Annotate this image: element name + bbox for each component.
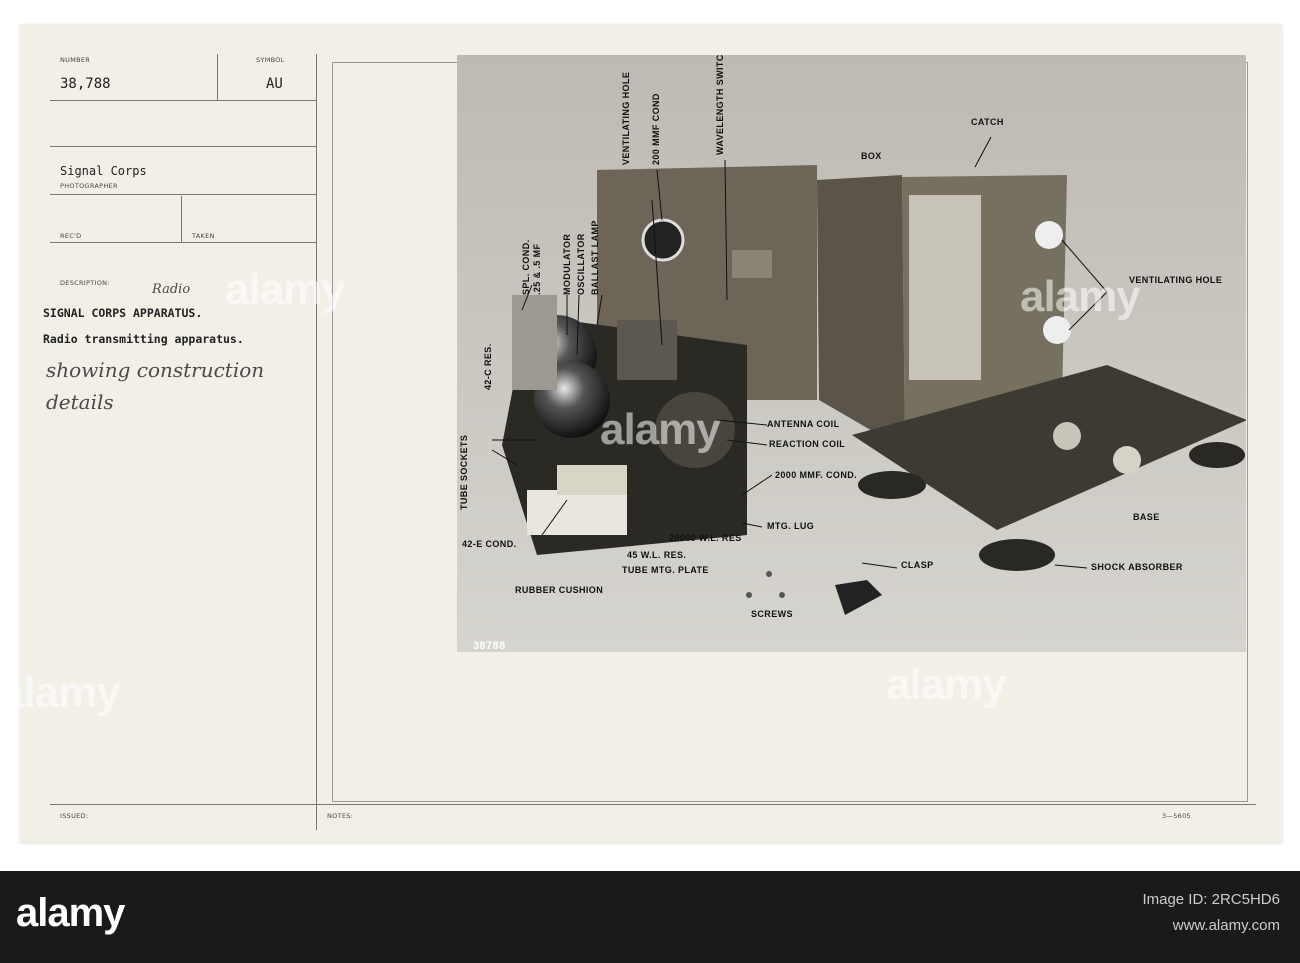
rule bbox=[50, 100, 316, 101]
site-url[interactable]: www.alamy.com bbox=[1173, 917, 1280, 934]
photo-label-oscillator: OSCILLATOR bbox=[576, 233, 586, 295]
bottom-rule bbox=[50, 804, 1256, 805]
recd-label: REC'D bbox=[60, 232, 82, 240]
base-hole bbox=[1113, 446, 1141, 474]
photo-label-rubber-cushion: RUBBER CUSHION bbox=[515, 585, 603, 595]
photo-label-wavelength-switch: WAVELENGTH SWITCH bbox=[715, 55, 725, 155]
tube-mounting-plate bbox=[527, 490, 627, 535]
photo-label-ballast-lamp: BALLAST LAMP bbox=[590, 220, 600, 295]
description-line-1: SIGNAL CORPS APPARATUS. bbox=[43, 306, 203, 320]
photo-label-tube-sockets: TUBE SOCKETS bbox=[459, 435, 469, 510]
nameplate bbox=[732, 250, 772, 278]
ventilating-hole-top-shape bbox=[641, 218, 685, 262]
photographer-value: Signal Corps bbox=[60, 164, 147, 178]
photo-label-ventilating-hole-right: VENTILATING HOLE bbox=[1129, 275, 1222, 285]
photo-label-ventilating-hole-top: VENTILATING HOLE bbox=[621, 72, 631, 165]
number-label: NUMBER bbox=[60, 56, 91, 64]
notes-label: NOTES: bbox=[327, 812, 354, 820]
photo-label-mtg-lug: MTG. LUG bbox=[767, 521, 814, 531]
photo-label-clasp: CLASP bbox=[901, 560, 934, 570]
rule bbox=[50, 146, 316, 147]
photo-label-200-cond: 200 MMF COND bbox=[651, 93, 661, 165]
watermark-center: alamy bbox=[600, 405, 721, 454]
issued-label: ISSUED: bbox=[60, 812, 89, 820]
watermark-card: alamy bbox=[225, 265, 346, 314]
photo-label-screws: SCREWS bbox=[751, 609, 793, 619]
photo-label-reaction-coil: REACTION COIL bbox=[769, 439, 845, 449]
photo-negative-number: 38788 bbox=[473, 640, 506, 652]
photographer-label: PHOTOGRAPHER bbox=[60, 182, 118, 190]
description-label: DESCRIPTION: bbox=[60, 279, 110, 287]
photo-label-2000-cond: 2000 MMF. COND. bbox=[775, 470, 857, 480]
photo-label-45-res: 45 W.L. RES. bbox=[627, 550, 686, 560]
rule bbox=[50, 194, 316, 195]
photo-label-tube-mtg-plate: TUBE MTG. PLATE bbox=[622, 565, 709, 575]
photo-label-catch: CATCH bbox=[971, 117, 1004, 127]
watermark-bottom-right: alamy bbox=[886, 660, 1007, 709]
handwritten-line-1: showing construction bbox=[46, 358, 265, 382]
shock-absorber-right bbox=[1189, 442, 1245, 468]
photo-label-antenna-coil: ANTENNA COIL bbox=[767, 419, 840, 429]
photo-label-spl-cond-value: .25 & .5 MF bbox=[532, 243, 542, 295]
watermark-right: alamy bbox=[1020, 272, 1141, 321]
handwritten-line-2: details bbox=[46, 390, 114, 414]
ballast-lamp-housing bbox=[617, 320, 677, 380]
symbol-label: SYMBOL bbox=[256, 56, 285, 64]
column-divider bbox=[316, 54, 317, 830]
number-symbol-divider bbox=[217, 54, 218, 100]
rule bbox=[50, 242, 316, 243]
spl-condenser bbox=[512, 295, 557, 390]
photo-label-box: BOX bbox=[861, 151, 882, 161]
dial bbox=[1053, 422, 1081, 450]
apparatus-photograph: SPL. COND. .25 & .5 MF MODULATOR OSCILLA… bbox=[457, 55, 1246, 652]
photo-label-shock-absorber: SHOCK ABSORBER bbox=[1091, 562, 1183, 572]
form-number: 3—5605 bbox=[1162, 812, 1191, 820]
number-value: 38,788 bbox=[60, 76, 111, 92]
photo-label-spl-cond: SPL. COND. bbox=[521, 239, 531, 295]
shock-absorber-front bbox=[979, 539, 1055, 571]
ventilating-hole-1 bbox=[1035, 221, 1063, 249]
watermark-left: alamy bbox=[0, 668, 121, 717]
chassis-label-plate bbox=[557, 465, 627, 495]
recd-taken-divider bbox=[181, 196, 182, 242]
shock-absorber-left bbox=[858, 471, 926, 499]
description-line-2: Radio transmitting apparatus. bbox=[43, 332, 244, 346]
handwritten-insert: Radio bbox=[152, 282, 191, 297]
stock-footer-bar: alamy Image ID: 2RC5HD6 www.alamy.com bbox=[0, 871, 1300, 963]
lid-window bbox=[909, 195, 981, 380]
photo-label-modulator: MODULATOR bbox=[562, 234, 572, 295]
photo-label-base: BASE bbox=[1133, 512, 1160, 522]
photo-label-42e-cond: 42-E COND. bbox=[462, 539, 517, 549]
image-id: Image ID: 2RC5HD6 bbox=[1142, 891, 1280, 908]
photo-label-42c-res: 42-C RES. bbox=[483, 343, 493, 390]
photo-label-20000-res: 20000 W.L. RES bbox=[669, 533, 742, 543]
apparatus-illustration: SPL. COND. .25 & .5 MF MODULATOR OSCILLA… bbox=[457, 55, 1246, 652]
symbol-value: AU bbox=[266, 76, 283, 92]
alamy-logo[interactable]: alamy bbox=[16, 891, 125, 936]
taken-label: TAKEN bbox=[192, 232, 215, 240]
